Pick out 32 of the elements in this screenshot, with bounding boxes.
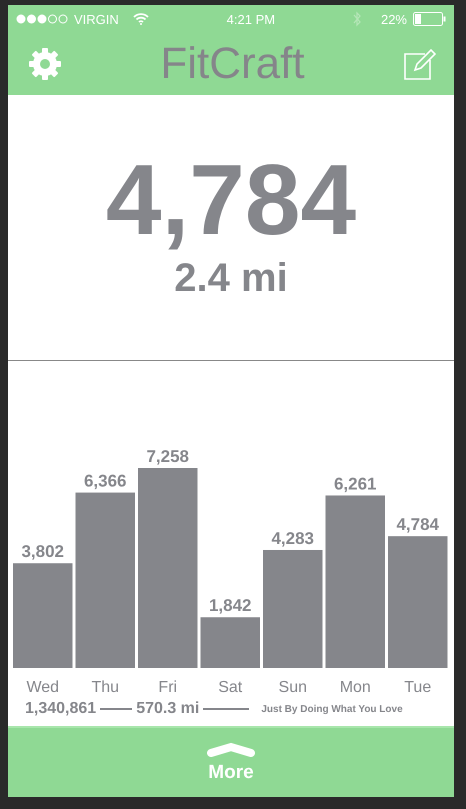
carrier-name: VIRGIN (74, 12, 119, 26)
clock-time: 4:21 PM (226, 12, 276, 26)
app-title: FitCraft (160, 39, 305, 89)
bar-value-label: 1,842 (208, 596, 252, 616)
battery-icon (413, 12, 446, 26)
signal-strength-icon (16, 14, 68, 24)
battery-percentage: 22% (380, 12, 407, 26)
bar-value-label: 4,283 (271, 528, 314, 548)
day-label: Fri (158, 679, 178, 696)
bar-value-label: 6,366 (84, 472, 127, 491)
edit-icon[interactable] (402, 48, 436, 80)
bar (200, 617, 260, 668)
bar-value-label: 3,802 (21, 542, 64, 562)
settings-icon[interactable] (28, 47, 62, 81)
total-steps: 1,340,861 (25, 700, 96, 718)
bar-value-label: 4,784 (396, 515, 440, 534)
day-label: Sat (218, 679, 242, 696)
step-count: 4,784 (106, 150, 356, 250)
day-label: Tue (404, 679, 432, 696)
bar-value-label: 7,258 (146, 447, 190, 466)
bar-value-label: 6,261 (334, 474, 377, 494)
day-label: Sun (278, 679, 307, 696)
total-distance: 570.3 mi (136, 700, 200, 718)
more-button[interactable]: More (208, 762, 254, 784)
bluetooth-icon (352, 11, 361, 27)
day-label: Thu (91, 679, 120, 696)
day-label: Wed (26, 679, 60, 696)
wifi-icon (132, 13, 149, 25)
tagline: Just By Doing What You Love (261, 704, 403, 714)
chevron-up-icon (206, 742, 256, 758)
distance-value: 2.4 mi (174, 256, 288, 300)
day-label: Mon (340, 679, 371, 696)
